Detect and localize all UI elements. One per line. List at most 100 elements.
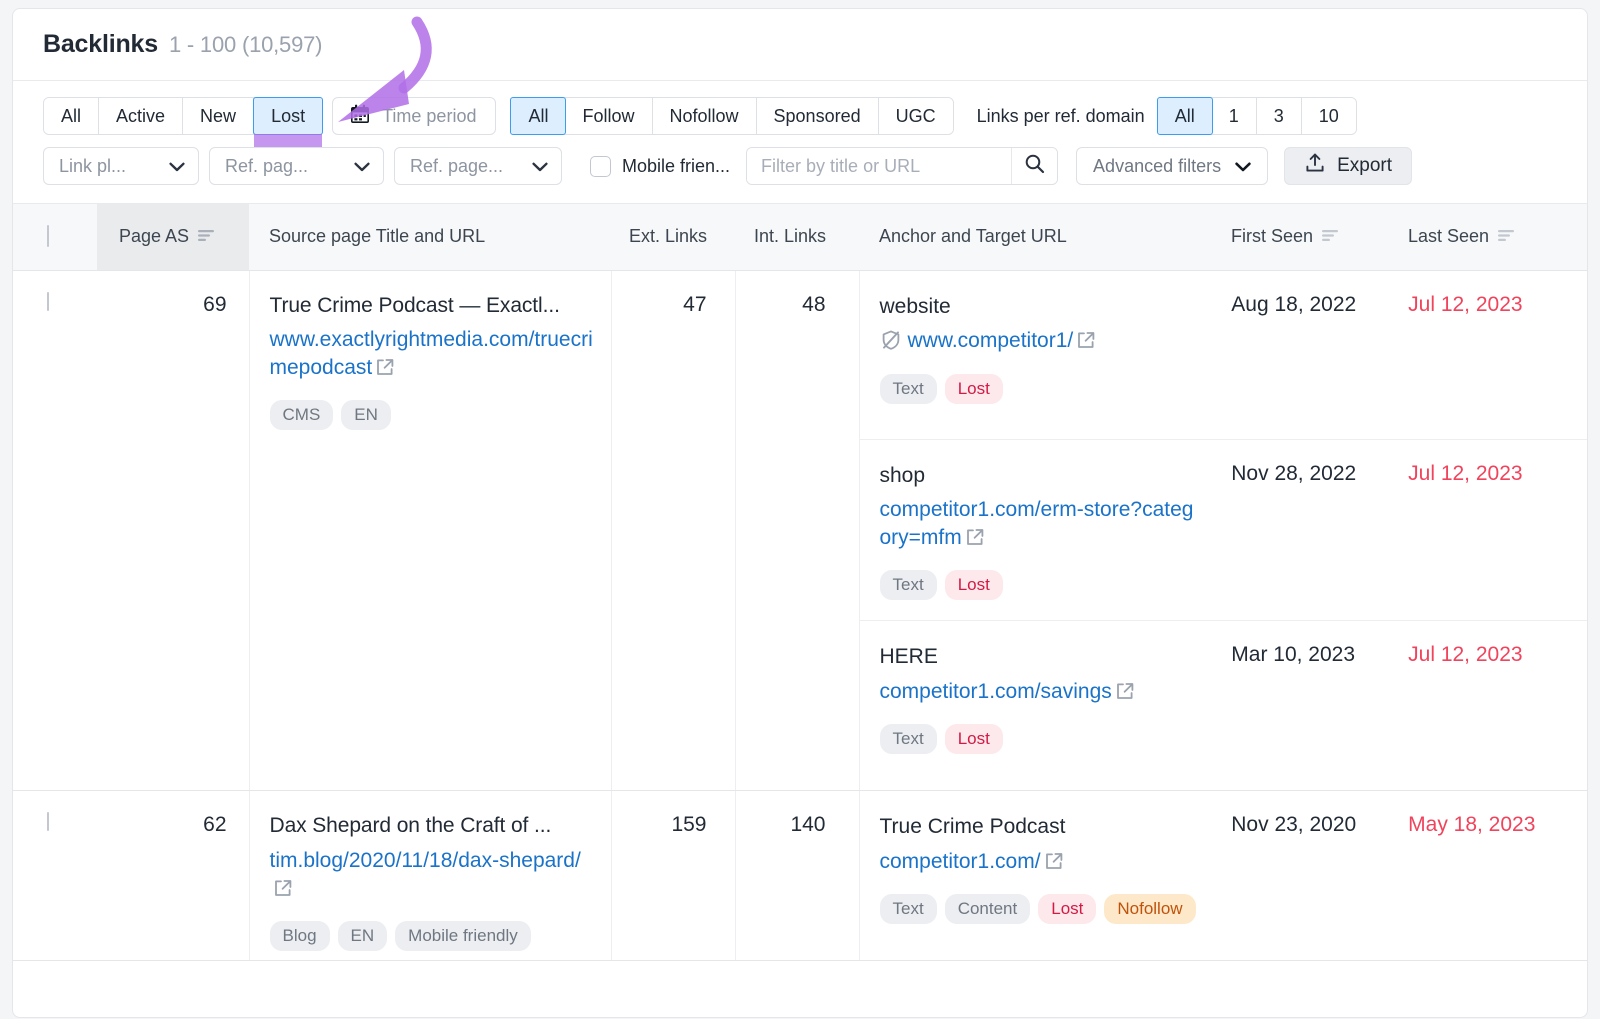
source-chip: EN — [341, 400, 391, 430]
calendar-icon — [349, 103, 371, 130]
anchor-cell: websitewww.competitor1/TextLost — [860, 293, 1220, 419]
backlinks-table: Page AS Source page Title and UR — [13, 204, 1588, 961]
anchor-row: websitewww.competitor1/TextLostAug 18, 2… — [860, 271, 1589, 440]
first-seen-cell: Nov 28, 2022 — [1219, 462, 1394, 601]
target-url[interactable]: competitor1.com/ — [880, 848, 1198, 879]
links-per-domain-all[interactable]: All — [1157, 97, 1213, 135]
backlinks-report-page: Backlinks 1 - 100 (10,597) AllActiveNewL… — [0, 0, 1600, 1019]
export-button[interactable]: Export — [1284, 147, 1412, 185]
int-links-cell: 140 — [735, 791, 859, 961]
anchor-text: shop — [880, 462, 1198, 489]
column-last-seen[interactable]: Last Seen — [1394, 204, 1588, 270]
toolbar-row-secondary: Link pl... Ref. pag... Ref. page... — [43, 147, 1557, 185]
links-per-domain-label: 1 — [1229, 106, 1239, 127]
column-first-seen[interactable]: First Seen — [1219, 204, 1394, 270]
search-box — [746, 147, 1058, 185]
source-chips: CMSEN — [270, 400, 597, 430]
follow-filter-follow[interactable]: Follow — [565, 98, 652, 134]
follow-filter-ugc[interactable]: UGC — [879, 98, 953, 134]
ext-links-cell: 159 — [611, 791, 735, 961]
links-per-domain-label: Links per ref. domain — [977, 106, 1145, 127]
anchor-row: shop competitor1.com/erm-store?category=m… — [860, 440, 1589, 622]
backlinks-card: Backlinks 1 - 100 (10,597) AllActiveNewL… — [12, 8, 1588, 1018]
follow-filter-label: UGC — [896, 106, 936, 127]
source-page-url[interactable]: tim.blog/2020/11/18/dax-shepard/ — [270, 847, 597, 905]
source-page-url[interactable]: www.exactlyrightmedia.com/truecrimepodca… — [270, 326, 597, 384]
external-link-icon[interactable] — [273, 878, 293, 906]
upload-icon — [1304, 152, 1326, 180]
status-filter-lost[interactable]: Lost — [253, 97, 323, 135]
time-period-button[interactable]: Time period — [333, 98, 495, 134]
links-per-domain-label: 3 — [1274, 106, 1284, 127]
ref-page-category-dropdown[interactable]: Ref. pag... — [209, 147, 384, 185]
column-ext-links: Ext. Links — [611, 204, 735, 270]
status-filter-new[interactable]: New — [183, 98, 254, 134]
status-filter-all[interactable]: All — [44, 98, 99, 134]
links-per-domain-1[interactable]: 1 — [1212, 98, 1257, 134]
target-url[interactable]: competitor1.com/savings — [880, 678, 1198, 709]
toolbar-row-primary: AllActiveNewLost — [43, 97, 1557, 135]
external-link-icon[interactable] — [965, 527, 985, 555]
external-link-icon[interactable] — [1076, 330, 1096, 358]
checkbox-box — [590, 156, 611, 177]
follow-filter-label: Nofollow — [670, 106, 739, 127]
column-int-links: Int. Links — [735, 204, 859, 270]
anchor-group-cell: True Crime Podcastcompetitor1.com/TextCo… — [859, 791, 1588, 961]
last-seen-cell: Jul 12, 2023 — [1394, 462, 1588, 601]
column-page-as[interactable]: Page AS — [97, 204, 249, 270]
links-per-domain-3[interactable]: 3 — [1257, 98, 1302, 134]
last-seen-cell: Jul 12, 2023 — [1394, 643, 1588, 770]
column-first-seen-label: First Seen — [1231, 226, 1313, 247]
page-as-cell: 69 — [97, 270, 249, 791]
source-chip: CMS — [270, 400, 334, 430]
anchor-chip-lost: Lost — [945, 724, 1003, 754]
anchor-chip-lost: Lost — [945, 374, 1003, 404]
chevron-down-icon — [354, 156, 370, 177]
column-anchor: Anchor and Target URL — [859, 204, 1219, 270]
row-checkbox[interactable] — [47, 292, 49, 311]
link-placement-dropdown[interactable]: Link pl... — [43, 147, 199, 185]
external-link-icon[interactable] — [1115, 681, 1135, 709]
anchor-cell: True Crime Podcastcompetitor1.com/TextCo… — [860, 813, 1220, 940]
source-page-cell: Dax Shepard on the Craft of ...tim.blog/… — [249, 791, 611, 961]
links-per-domain-10[interactable]: 10 — [1302, 98, 1356, 134]
sort-icon[interactable] — [198, 226, 215, 247]
follow-type-filter-group: All Follow Nofollow Sponsored UGC — [510, 97, 953, 135]
follow-filter-sponsored[interactable]: Sponsored — [757, 98, 879, 134]
annotation-underline — [254, 134, 322, 147]
sort-icon[interactable] — [1322, 226, 1339, 247]
status-filter-label: Lost — [271, 106, 305, 127]
sort-icon[interactable] — [1498, 226, 1515, 247]
column-page-as-label: Page AS — [119, 226, 189, 247]
external-link-icon[interactable] — [1044, 851, 1064, 879]
row-checkbox[interactable] — [47, 812, 49, 831]
external-link-icon[interactable] — [375, 357, 395, 385]
anchor-chip-text: Text — [880, 894, 937, 924]
mobile-friendly-checkbox[interactable]: Mobile frien... — [590, 156, 730, 177]
anchor-chip-lost: Lost — [945, 570, 1003, 600]
status-filter-label: New — [200, 106, 236, 127]
chevron-down-icon — [169, 156, 185, 177]
advanced-filters-label: Advanced filters — [1093, 156, 1221, 177]
anchor-row: True Crime Podcastcompetitor1.com/TextCo… — [860, 791, 1589, 960]
ext-links-cell: 47 — [611, 270, 735, 791]
search-input[interactable] — [747, 148, 1011, 184]
anchor-text: HERE — [880, 643, 1198, 670]
search-button[interactable] — [1011, 148, 1057, 184]
first-seen-cell: Nov 23, 2020 — [1219, 813, 1394, 940]
target-url[interactable]: competitor1.com/erm-store?category=mfm — [880, 496, 1198, 556]
follow-filter-nofollow[interactable]: Nofollow — [653, 98, 757, 134]
select-all-checkbox[interactable] — [47, 225, 49, 247]
table-row: 62Dax Shepard on the Craft of ...tim.blo… — [13, 791, 1588, 961]
row-select-cell — [13, 270, 97, 791]
advanced-filters-dropdown[interactable]: Advanced filters — [1076, 147, 1268, 185]
anchor-chips: TextLost — [880, 724, 1198, 754]
follow-filter-label: Follow — [582, 106, 634, 127]
target-url[interactable]: www.competitor1/ — [880, 327, 1198, 359]
ref-page-language-dropdown[interactable]: Ref. page... — [394, 147, 562, 185]
first-seen-cell: Aug 18, 2022 — [1219, 293, 1394, 419]
status-filter-active[interactable]: Active — [99, 98, 183, 134]
follow-filter-all[interactable]: All — [510, 97, 566, 135]
anchor-chip-nofollow: Nofollow — [1104, 894, 1195, 924]
follow-filter-label: All — [528, 106, 548, 127]
